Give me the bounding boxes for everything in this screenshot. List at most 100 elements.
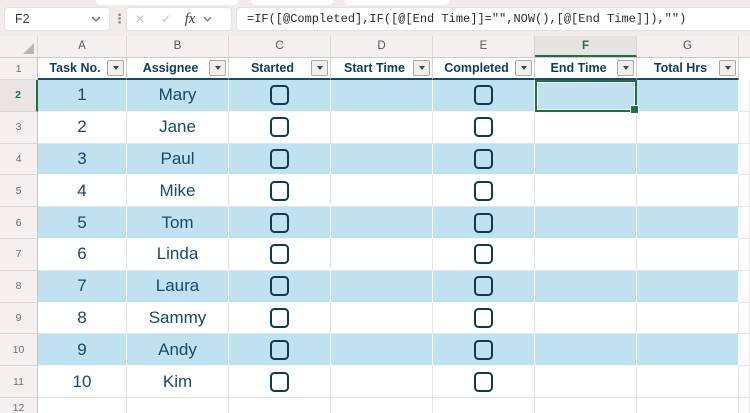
column-header-F[interactable]: F: [535, 36, 637, 57]
cell-started[interactable]: [229, 207, 331, 239]
cell-assignee[interactable]: Tom: [127, 207, 229, 239]
grid-cell[interactable]: [637, 80, 739, 112]
grid-cell[interactable]: [637, 239, 739, 271]
grid-cell[interactable]: [535, 175, 637, 208]
column-header-A[interactable]: A: [38, 36, 127, 57]
completed-checkbox[interactable]: [474, 117, 493, 138]
cell-assignee[interactable]: Kim: [127, 366, 229, 398]
completed-checkbox[interactable]: [474, 339, 493, 360]
grid-cell[interactable]: [637, 334, 739, 367]
row-header-6[interactable]: 6: [0, 207, 38, 239]
started-checkbox[interactable]: [270, 148, 289, 169]
grid-cell[interactable]: [331, 111, 433, 144]
cell-task-no[interactable]: 9: [38, 334, 127, 367]
completed-checkbox[interactable]: [474, 85, 493, 106]
row-header-7[interactable]: 7: [0, 239, 38, 271]
cell-task-no[interactable]: 2: [38, 111, 127, 144]
cell-completed[interactable]: [433, 143, 535, 176]
cell-started[interactable]: [229, 111, 331, 144]
row-header-11[interactable]: 11: [0, 366, 38, 398]
filter-button[interactable]: [617, 60, 634, 76]
row-header-2[interactable]: 2: [0, 80, 38, 112]
row-header-12[interactable]: 12: [0, 398, 38, 413]
grid-cell[interactable]: [535, 302, 637, 335]
started-checkbox[interactable]: [270, 339, 289, 360]
fill-handle[interactable]: [630, 105, 639, 114]
started-checkbox[interactable]: [270, 117, 289, 138]
cell-completed[interactable]: [433, 302, 535, 335]
grid-cell[interactable]: [535, 334, 637, 367]
filter-button[interactable]: [515, 60, 532, 76]
chevron-down-icon[interactable]: [91, 16, 101, 22]
insert-function-icon[interactable]: fx: [179, 11, 201, 28]
cell-completed[interactable]: [433, 175, 535, 208]
grid-cell[interactable]: [637, 270, 739, 303]
row-header-5[interactable]: 5: [0, 175, 38, 208]
cell-started[interactable]: [229, 143, 331, 176]
table-header-cell[interactable]: Task No.: [38, 58, 127, 80]
filter-button[interactable]: [311, 60, 328, 76]
cell-assignee[interactable]: Andy: [127, 334, 229, 367]
cell-started[interactable]: [229, 270, 331, 303]
cell-started[interactable]: [229, 366, 331, 398]
table-header-cell[interactable]: Start Time: [331, 58, 433, 80]
grid-cell[interactable]: [637, 175, 739, 208]
cell-completed[interactable]: [433, 111, 535, 144]
cell-completed[interactable]: [433, 366, 535, 398]
cell-task-no[interactable]: 1: [38, 80, 127, 112]
grid-cell[interactable]: [331, 270, 433, 303]
table-header-cell[interactable]: Started: [229, 58, 331, 80]
grid-cell[interactable]: [739, 143, 750, 176]
row-header-3[interactable]: 3: [0, 111, 38, 144]
completed-checkbox[interactable]: [474, 276, 493, 297]
started-checkbox[interactable]: [270, 244, 289, 265]
column-header-E[interactable]: E: [433, 36, 535, 57]
grid-cell[interactable]: [535, 143, 637, 176]
grid-cell[interactable]: [535, 207, 637, 239]
cell-assignee[interactable]: Sammy: [127, 302, 229, 335]
table-header-cell[interactable]: Assignee: [127, 58, 229, 80]
grid-cell[interactable]: [535, 366, 637, 398]
grid-cell[interactable]: [535, 270, 637, 303]
column-header-G[interactable]: G: [637, 36, 739, 57]
grid-cell[interactable]: [637, 302, 739, 335]
started-checkbox[interactable]: [270, 212, 289, 233]
cell-completed[interactable]: [433, 80, 535, 112]
grid-cell[interactable]: [535, 111, 637, 144]
filter-button[interactable]: [209, 60, 226, 76]
cell-completed[interactable]: [433, 270, 535, 303]
grid-cell[interactable]: [637, 143, 739, 176]
grid-cell[interactable]: [739, 111, 750, 144]
grid-cell[interactable]: [739, 175, 750, 208]
started-checkbox[interactable]: [270, 85, 289, 106]
filter-button[interactable]: [107, 60, 124, 76]
grid-cell[interactable]: [637, 207, 739, 239]
cell-completed[interactable]: [433, 207, 535, 239]
started-checkbox[interactable]: [270, 276, 289, 297]
grid-cell[interactable]: [637, 111, 739, 144]
formula-input[interactable]: =IF([@Completed],IF([@[End Time]]="",NOW…: [236, 7, 750, 31]
selected-cell-F2[interactable]: [535, 80, 639, 114]
cell-started[interactable]: [229, 239, 331, 271]
completed-checkbox[interactable]: [474, 371, 493, 392]
completed-checkbox[interactable]: [474, 180, 493, 201]
grid-cell[interactable]: [535, 239, 637, 271]
table-header-cell[interactable]: Total Hrs: [637, 58, 739, 80]
cell-task-no[interactable]: 4: [38, 175, 127, 208]
select-all-corner[interactable]: [0, 36, 38, 57]
grid-cell[interactable]: [331, 366, 433, 398]
row-header-4[interactable]: 4: [0, 143, 38, 176]
fx-chevron-down-icon[interactable]: [203, 16, 212, 22]
cell-task-no[interactable]: 3: [38, 143, 127, 176]
grid-cell[interactable]: [331, 239, 433, 271]
cell-assignee[interactable]: Laura: [127, 270, 229, 303]
cancel-icon[interactable]: ✕: [127, 8, 153, 30]
grid-cell[interactable]: [331, 302, 433, 335]
row-header-8[interactable]: 8: [0, 270, 38, 303]
cell-assignee[interactable]: Paul: [127, 143, 229, 176]
grid-cell[interactable]: [331, 175, 433, 208]
grid-cell[interactable]: [739, 239, 750, 271]
grid-cell[interactable]: [331, 207, 433, 239]
started-checkbox[interactable]: [270, 371, 289, 392]
cell-task-no[interactable]: 5: [38, 207, 127, 239]
